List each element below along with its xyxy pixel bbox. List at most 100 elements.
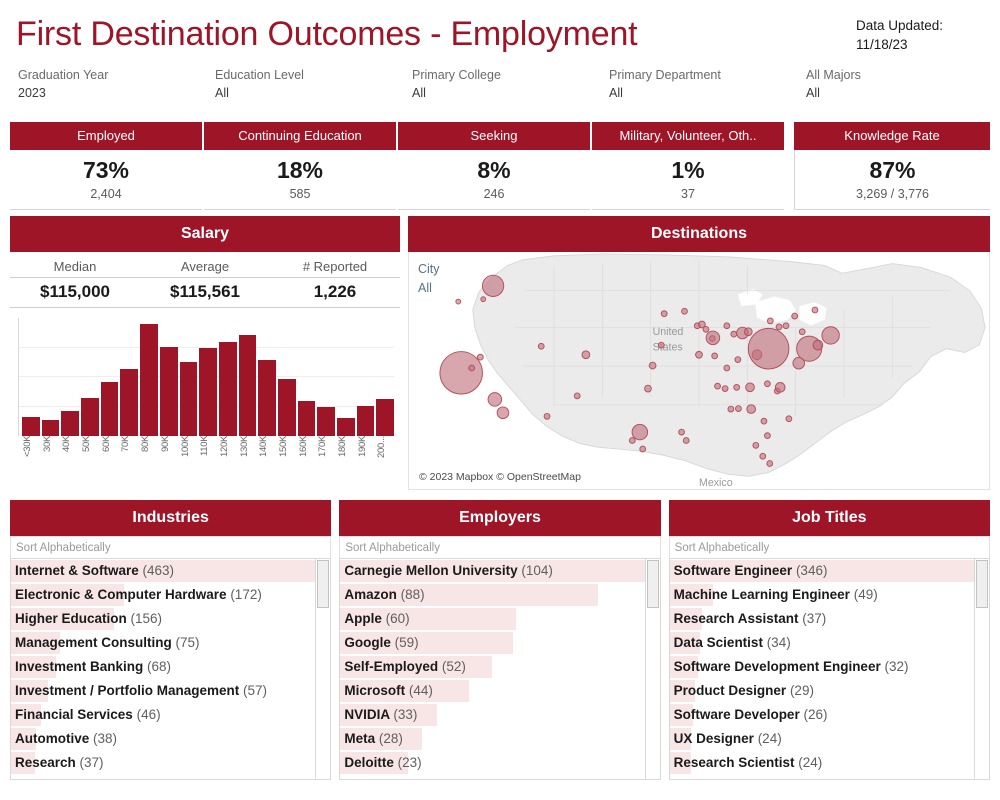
- kpi-card-0[interactable]: Employed 73% 2,404: [10, 122, 204, 210]
- map-point[interactable]: [727, 405, 735, 413]
- map-point[interactable]: [439, 351, 483, 395]
- histogram-bar[interactable]: [120, 368, 139, 436]
- salary-histogram[interactable]: <30K 30K 40K 50K 60K 70K 80K 90K 100K 110K 120K 130…: [10, 308, 400, 490]
- filter-4[interactable]: All Majors All: [806, 66, 861, 102]
- map-point[interactable]: [480, 296, 487, 303]
- map-point[interactable]: [681, 307, 688, 315]
- industries-sort-button[interactable]: Sort Alphabetically: [10, 536, 332, 558]
- histogram-bar[interactable]: [22, 416, 40, 436]
- kpi-card-2[interactable]: Seeking 8% 246: [398, 122, 592, 210]
- map-point[interactable]: [657, 341, 665, 349]
- job-titles-list-item[interactable]: Software Engineer (346): [669, 559, 974, 583]
- map-point[interactable]: [766, 460, 774, 467]
- histogram-bar[interactable]: [337, 418, 355, 436]
- map-point[interactable]: [481, 274, 505, 297]
- employers-scrollbar[interactable]: [644, 559, 660, 779]
- employers-list-item[interactable]: Apple (60): [340, 607, 644, 631]
- industries-scrollbar[interactable]: [315, 559, 331, 779]
- map-point[interactable]: [764, 432, 771, 440]
- industries-list-item[interactable]: Financial Services (46): [11, 703, 315, 727]
- employers-list-item[interactable]: Microsoft (44): [340, 679, 644, 703]
- histogram-bar[interactable]: [81, 397, 99, 436]
- map-point[interactable]: [631, 423, 649, 441]
- industries-list-item[interactable]: Investment / Portfolio Management (57): [11, 679, 315, 703]
- job-titles-list-item[interactable]: Data Scientist (34): [669, 631, 974, 655]
- map-point[interactable]: [733, 383, 741, 391]
- map-point[interactable]: [821, 326, 840, 345]
- histogram-bar[interactable]: [41, 420, 60, 436]
- job-titles-list-item[interactable]: Research Assistant (37): [669, 607, 974, 631]
- map-point[interactable]: [812, 339, 824, 351]
- job-titles-list-item[interactable]: Product Designer (29): [669, 679, 974, 703]
- filter-value[interactable]: All: [806, 84, 861, 102]
- destinations-map[interactable]: City All United States Mexico © 2023 Map…: [408, 252, 990, 490]
- industries-list-item[interactable]: Higher Education (156): [11, 607, 315, 631]
- industries-list-item[interactable]: Management Consulting (75): [11, 631, 315, 655]
- map-point[interactable]: [711, 352, 719, 360]
- map-point[interactable]: [705, 330, 721, 346]
- employers-list-item[interactable]: NVIDIA (33): [340, 703, 644, 727]
- histogram-bar[interactable]: [258, 359, 276, 436]
- histogram-bar[interactable]: [61, 411, 80, 436]
- employers-scrollbar-thumb[interactable]: [646, 560, 659, 608]
- employers-list-item[interactable]: Google (59): [340, 631, 644, 655]
- map-point[interactable]: [811, 306, 819, 314]
- industries-scrollbar-thumb[interactable]: [317, 560, 330, 608]
- map-point[interactable]: [476, 353, 484, 361]
- map-point[interactable]: [682, 437, 690, 444]
- map-point[interactable]: [735, 405, 742, 412]
- employers-sort-button[interactable]: Sort Alphabetically: [339, 536, 661, 558]
- map-point[interactable]: [774, 382, 786, 393]
- map-point[interactable]: [766, 317, 774, 325]
- filter-3[interactable]: Primary Department All: [609, 66, 806, 102]
- filter-value[interactable]: All: [215, 84, 412, 102]
- map-point[interactable]: [723, 322, 731, 330]
- filter-0[interactable]: Graduation Year 2023: [18, 66, 215, 102]
- map-point[interactable]: [723, 364, 731, 372]
- employers-list-item[interactable]: Amazon (88): [340, 583, 644, 607]
- histogram-bar[interactable]: [140, 323, 158, 436]
- histogram-bar[interactable]: [199, 348, 217, 436]
- kpi-card-3[interactable]: Military, Volunteer, Oth.. 1% 37: [592, 122, 784, 210]
- employers-list-item[interactable]: Carnegie Mellon University (104): [340, 559, 645, 583]
- employers-list-item[interactable]: Meta (28): [340, 727, 644, 751]
- kpi-card-1[interactable]: Continuing Education 18% 585: [204, 122, 398, 210]
- map-point[interactable]: [743, 327, 753, 337]
- map-point[interactable]: [496, 406, 510, 420]
- map-point[interactable]: [746, 404, 757, 414]
- map-point[interactable]: [714, 382, 721, 390]
- filter-value[interactable]: All: [609, 84, 806, 102]
- filter-2[interactable]: Primary College All: [412, 66, 609, 102]
- map-point[interactable]: [695, 350, 703, 359]
- city-filter-value[interactable]: All: [418, 279, 440, 298]
- histogram-bar[interactable]: [179, 361, 198, 436]
- job-titles-list-item[interactable]: Software Development Engineer (32): [669, 655, 974, 679]
- map-point[interactable]: [730, 330, 738, 338]
- job-titles-scrollbar[interactable]: [973, 559, 989, 779]
- map-point[interactable]: [581, 350, 591, 360]
- industries-list-item[interactable]: Investment Banking (68): [11, 655, 315, 679]
- histogram-bar[interactable]: [100, 382, 119, 436]
- map-point[interactable]: [760, 417, 768, 425]
- map-point[interactable]: [537, 342, 545, 350]
- industries-list-item[interactable]: Automotive (38): [11, 727, 315, 751]
- city-filter[interactable]: City All: [418, 260, 440, 298]
- employers-list-item[interactable]: Self-Employed (52): [340, 655, 644, 679]
- map-point[interactable]: [734, 356, 742, 363]
- kpi-knowledge-rate[interactable]: Knowledge Rate 87% 3,269 / 3,776: [794, 122, 990, 210]
- job-titles-list-item[interactable]: Research Scientist (24): [669, 751, 974, 775]
- map-point[interactable]: [775, 323, 783, 331]
- histogram-bar[interactable]: [238, 334, 257, 436]
- map-point[interactable]: [747, 327, 790, 370]
- map-point[interactable]: [764, 380, 771, 388]
- job-titles-scrollbar-thumb[interactable]: [975, 560, 988, 608]
- histogram-bar[interactable]: [218, 341, 237, 436]
- industries-list-item[interactable]: Electronic & Computer Hardware (172): [11, 583, 315, 607]
- map-canvas[interactable]: United States Mexico: [409, 252, 989, 490]
- map-point[interactable]: [721, 385, 729, 392]
- map-point[interactable]: [791, 312, 799, 320]
- histogram-bar[interactable]: [159, 347, 178, 436]
- map-point[interactable]: [759, 452, 767, 460]
- filter-value[interactable]: 2023: [18, 84, 215, 102]
- histogram-bar[interactable]: [356, 405, 375, 436]
